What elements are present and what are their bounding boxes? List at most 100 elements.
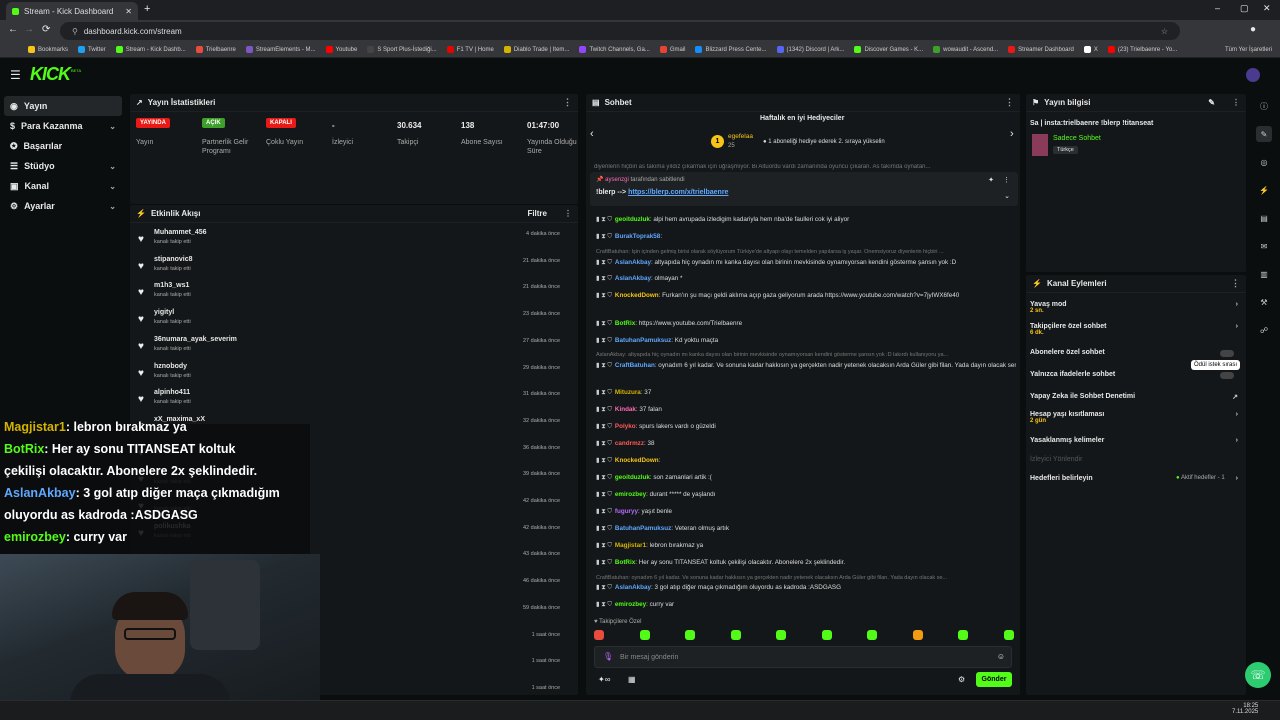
chat-username[interactable]: KnockedDown xyxy=(615,457,659,464)
minimize-icon[interactable]: – xyxy=(1215,3,1220,13)
emote-icon[interactable] xyxy=(912,630,923,640)
kick-logo[interactable]: KICK xyxy=(30,64,71,85)
sidebar-item-2[interactable]: $ Para Kazanma ⌄ xyxy=(4,116,122,136)
forward-icon[interactable]: → xyxy=(24,24,34,35)
pinned-link[interactable]: https://blerp.com/x/trielbaenre xyxy=(628,189,728,196)
next-arrow-icon[interactable]: › xyxy=(1010,128,1014,140)
chat-username[interactable]: Kindak xyxy=(615,406,636,413)
sidebar-item-3[interactable]: ✪ Başarılar xyxy=(4,136,122,156)
emote-icon[interactable] xyxy=(1003,630,1014,640)
more-icon[interactable]: ⋮ xyxy=(564,209,572,218)
chat-username[interactable]: KnockedDown xyxy=(615,292,659,299)
emote-icon[interactable] xyxy=(730,630,741,640)
emote-icon[interactable] xyxy=(776,630,787,640)
chat-username[interactable]: AslanAkbay xyxy=(615,259,651,266)
filter-button[interactable]: Filtre xyxy=(527,209,547,218)
bookmark-item[interactable]: Twitch Channels, Ga... xyxy=(579,46,650,53)
chat-username[interactable]: candrmzz xyxy=(615,440,644,447)
url-input[interactable]: ⚲ dashboard.kick.com/stream ☆ xyxy=(60,22,1180,40)
emoji-icon[interactable]: ☺ xyxy=(997,652,1005,661)
expand-icon[interactable]: ⌄ xyxy=(1004,192,1010,200)
close-window-icon[interactable]: ✕ xyxy=(1263,3,1271,14)
bookmark-item[interactable]: X xyxy=(1083,46,1098,53)
site-info-icon[interactable]: ⚲ xyxy=(72,27,78,36)
chat-username[interactable]: Mituzura xyxy=(615,389,641,396)
bookmark-item[interactable]: Streamer Dashboard xyxy=(1008,46,1074,53)
emote-icon[interactable] xyxy=(821,630,832,640)
bookmark-star-icon[interactable]: ☆ xyxy=(1161,27,1168,36)
mod-actions-icon[interactable]: ▮ ⧗ ⛉ xyxy=(596,525,612,532)
channel-action-item[interactable]: Yalnızca ifadelerle sohbet xyxy=(1030,371,1240,379)
edit-icon[interactable]: ✎ xyxy=(1208,98,1215,107)
settings-icon[interactable]: ⚙ xyxy=(958,675,965,684)
bookmark-item[interactable]: Gmail xyxy=(659,46,685,53)
layout-icon[interactable]: ▥ xyxy=(1256,266,1272,282)
mod-actions-icon[interactable]: ▮ ⧗ ⛉ xyxy=(596,440,612,447)
channel-action-item[interactable]: Abonelere özel sohbet xyxy=(1030,349,1240,357)
bookmark-item[interactable]: Youtube xyxy=(325,46,357,53)
emote-icon[interactable] xyxy=(639,630,650,640)
emote-icon[interactable] xyxy=(958,630,969,640)
mod-actions-icon[interactable]: ▮ ⧗ ⛉ xyxy=(596,292,612,299)
bookmark-item[interactable]: Bookmarks xyxy=(28,46,68,53)
channel-action-item[interactable]: Yavaş mod 2 sn. › xyxy=(1030,301,1240,314)
more-icon[interactable]: ⋮ xyxy=(563,97,572,108)
sidebar-item-5[interactable]: ▣ Kanal ⌄ xyxy=(4,176,122,196)
chat-username[interactable]: BatuhanPamuksuz xyxy=(615,525,671,532)
mod-actions-icon[interactable]: ▮ ⧗ ⛉ xyxy=(596,474,612,481)
event-username[interactable]: 36numara_ayak_severim xyxy=(154,336,237,343)
channel-action-item[interactable]: Hesap yaşı kısıtlaması 2 gün › xyxy=(1030,411,1240,424)
bookmark-item[interactable]: S Sport Plus-İstediği... xyxy=(367,46,437,53)
channel-action-item[interactable]: Takipçilere özel sohbet 6 dk. › xyxy=(1030,323,1240,336)
chat-username[interactable]: AslanAkbay xyxy=(615,584,651,591)
mod-actions-icon[interactable]: ▮ ⧗ ⛉ xyxy=(596,508,612,515)
bookmark-item[interactable]: Discover Games - K... xyxy=(854,46,923,53)
bookmark-item[interactable]: wowaudit - Ascend... xyxy=(933,46,998,53)
document-icon[interactable]: ▤ xyxy=(1256,210,1272,226)
emote-icon[interactable] xyxy=(867,630,878,640)
pinned-message[interactable]: 📌 aysenzgi tarafından sabitlendi !blerp … xyxy=(590,172,1018,206)
points-icon[interactable]: ✦∞ xyxy=(598,675,610,684)
sidebar-item-1[interactable]: ◉ Yayın xyxy=(4,96,122,116)
info-icon[interactable]: ⓘ xyxy=(1256,98,1272,114)
back-icon[interactable]: ← xyxy=(8,24,18,35)
mod-actions-icon[interactable]: ▮ ⧗ ⛉ xyxy=(596,337,612,344)
sidebar-item-4[interactable]: ☰ Stüdyo ⌄ xyxy=(4,156,122,176)
mod-actions-icon[interactable]: ▮ ⧗ ⛉ xyxy=(596,584,612,591)
all-bookmarks-link[interactable]: Tüm Yer İşaretleri xyxy=(1225,47,1272,53)
avatar[interactable] xyxy=(1246,68,1260,82)
mod-actions-icon[interactable]: ▮ ⧗ ⛉ xyxy=(596,559,612,566)
lightning-icon[interactable]: ⚡ xyxy=(1256,182,1272,198)
chat-username[interactable]: AslanAkbay xyxy=(615,275,651,282)
toggle-switch[interactable] xyxy=(1220,372,1234,379)
category-name[interactable]: Sadece Sohbet xyxy=(1053,135,1101,142)
mod-actions-icon[interactable]: ▮ ⧗ ⛉ xyxy=(596,423,612,430)
chat-input[interactable]: 🎙 Bir mesaj gönderin ☺ xyxy=(594,646,1012,668)
mod-actions-icon[interactable]: ▮ ⧗ ⛉ xyxy=(596,362,612,369)
more-icon[interactable]: ⋮ xyxy=(1231,278,1240,289)
mod-actions-icon[interactable]: ▮ ⧗ ⛉ xyxy=(596,320,612,327)
bookmark-item[interactable]: Trielbaenre xyxy=(195,46,236,53)
chat-username[interactable]: geoitduzluk xyxy=(615,474,650,481)
more-icon[interactable]: ⋮ xyxy=(1232,98,1240,107)
target-icon[interactable]: ◎ xyxy=(1256,154,1272,170)
event-username[interactable]: Muhammet_456 xyxy=(154,229,207,236)
menu-icon[interactable]: ☰ xyxy=(10,68,21,82)
chat-username[interactable]: BotRix xyxy=(615,559,635,566)
chat-bubble-icon[interactable]: ✉ xyxy=(1256,238,1272,254)
external-link-icon[interactable]: ↗ xyxy=(1232,393,1238,401)
unpin-icon[interactable]: ✦ xyxy=(988,176,994,184)
bookmark-item[interactable]: Stream - Kick Dashb... xyxy=(115,46,186,53)
more-icon[interactable]: ⋮ xyxy=(1005,97,1014,108)
browser-tab[interactable]: Stream - Kick Dashboard ✕ xyxy=(6,2,138,20)
edit-icon[interactable]: ✎ xyxy=(1256,126,1272,142)
calendar-icon[interactable]: ▦ xyxy=(628,675,636,684)
chat-username[interactable]: BotRix xyxy=(615,320,635,327)
reload-icon[interactable]: ⟳ xyxy=(42,24,50,35)
mod-actions-icon[interactable]: ▮ ⧗ ⛉ xyxy=(596,259,612,266)
bookmark-item[interactable]: Twitter xyxy=(78,46,106,53)
emote-icon[interactable] xyxy=(594,630,604,640)
maximize-icon[interactable]: ▢ xyxy=(1240,3,1249,14)
support-chat-icon[interactable]: ☏ xyxy=(1245,662,1271,688)
profile-icon[interactable]: ● xyxy=(1250,24,1256,35)
